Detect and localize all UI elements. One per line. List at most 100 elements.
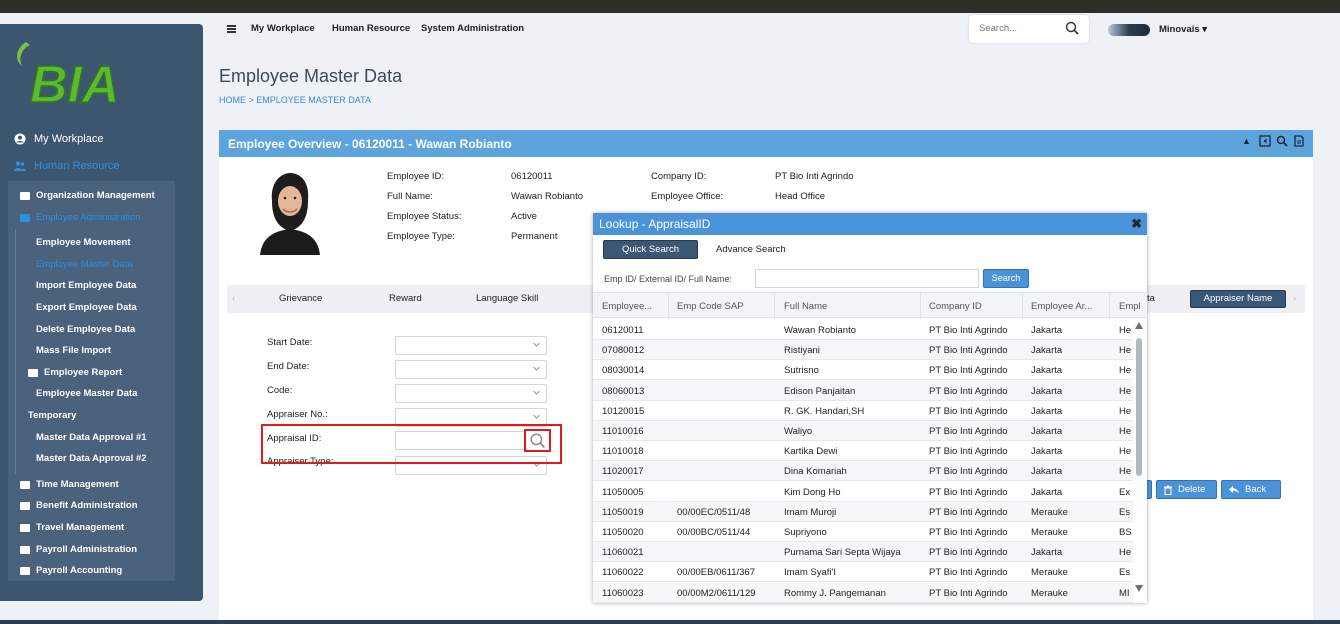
appraisal-id-lookup-button[interactable] (524, 429, 551, 452)
sidebar-item-time-management[interactable]: Time Management (20, 479, 119, 490)
col-employee-area[interactable]: Employee Ar... (1031, 301, 1106, 312)
sidebar-item-label: Master Data Approval #1 (36, 432, 147, 443)
top-strip (0, 0, 1340, 13)
sidebar-item-label: Temporary (28, 410, 77, 421)
table-row[interactable]: 11060021 Purnama Sari Septa Wijaya PT Bio … (593, 542, 1133, 563)
nav-human-resource[interactable]: Human Resource (332, 23, 410, 34)
breadcrumb[interactable]: HOME > EMPLOYEE MASTER DATA (219, 95, 371, 105)
label-company-id: Company ID: (651, 171, 707, 182)
chevron-down-icon (533, 342, 540, 347)
sidebar-item-label: Payroll Administration (36, 544, 137, 555)
card-header: Employee Overview - 06120011 - Wawan Rob… (219, 130, 1313, 157)
tab-advance-search[interactable]: Advance Search (716, 244, 786, 255)
code-select[interactable] (395, 384, 547, 403)
scroll-down-icon[interactable] (1135, 585, 1143, 592)
page-title: Employee Master Data (219, 66, 403, 86)
sidebar-human-resource-label: Human Resource (34, 160, 120, 172)
zoom-icon[interactable] (1276, 135, 1288, 147)
sidebar-item-organization-management[interactable]: Organization Management (20, 190, 155, 201)
sidebar-item-employee-movement[interactable]: Employee Movement (36, 237, 131, 248)
table-cell: 11050005 (602, 486, 644, 498)
sidebar-item-employee-master-data-report[interactable]: Employee Master Data (36, 388, 137, 399)
table-cell: PT Bio Inti Agrindo (929, 486, 1008, 498)
table-cell: 00/00BC/0511/44 (677, 527, 751, 538)
table-row[interactable]: 11050020 00/00BC/0511/44 Supriyono PT Bio I… (593, 522, 1133, 542)
sidebar-item-payroll-accounting[interactable]: Payroll Accounting (20, 565, 122, 576)
tab-reward[interactable]: Reward (389, 293, 422, 304)
col-full-name[interactable]: Full Name (784, 301, 914, 312)
table-cell: R. GK. Handari,SH (784, 405, 865, 417)
table-cell: Sutrisno (784, 365, 819, 377)
table-row[interactable]: 11010016 Waliyo PT Bio Inti Agrindo Jakarta… (593, 421, 1133, 441)
table-row[interactable]: 11050005 Kim Dong Ho PT Bio Inti Agrindo Ja… (593, 482, 1133, 502)
tab-language-skill[interactable]: Language Skill (476, 293, 538, 304)
tabs-prev-icon[interactable]: ‹ (232, 293, 235, 304)
table-row[interactable]: 11010018 Kartika Dewi PT Bio Inti Agrindo J… (593, 441, 1133, 462)
collapse-icon[interactable]: ▲ (1242, 135, 1254, 147)
table-row[interactable]: 08030014 Sutrisno PT Bio Inti Agrindo Jakar… (593, 360, 1133, 381)
tab-quick-search[interactable]: Quick Search (603, 240, 698, 259)
table-row[interactable]: 11060022 00/00EB/0611/367 Imam Syafi'I PT B… (593, 562, 1133, 583)
table-row[interactable]: 11060023 00/00M2/0611/129 Rommy J. Pangema… (593, 582, 1133, 603)
sidebar-item-import-employee-data[interactable]: Import Employee Data (36, 280, 136, 291)
table-row[interactable]: 08060013 Edison Panjaitan PT Bio Inti Agri… (593, 380, 1133, 401)
label-employee-status: Employee Status: (387, 211, 462, 222)
table-cell: Imam Syafi'I (784, 567, 836, 579)
table-cell: Kim Dong Ho (784, 486, 841, 498)
sidebar-item-payroll-administration[interactable]: Payroll Administration (20, 544, 137, 555)
sidebar: BIA My Workplace Human Resource Organiza… (0, 24, 203, 601)
scroll-up-icon[interactable] (1135, 322, 1143, 329)
sidebar-item-label: Time Management (36, 479, 119, 490)
global-search-input[interactable] (979, 23, 1059, 34)
table-cell: 11060022 (602, 567, 644, 579)
search-icon[interactable] (1065, 21, 1079, 35)
col-employee-id[interactable]: Employee... (602, 301, 662, 312)
tab-appraiser-name[interactable]: Appraiser Name (1190, 290, 1286, 308)
tabs-next-icon[interactable]: › (1293, 293, 1296, 304)
bottom-strip (0, 620, 1340, 624)
col-company-id[interactable]: Company ID (929, 301, 1019, 312)
nav-system-administration[interactable]: System Administration (421, 23, 524, 34)
sidebar-item-travel-management[interactable]: Travel Management (20, 522, 124, 533)
table-row[interactable]: 11020017 Dina Komariah PT Bio Inti Agrindo… (593, 461, 1133, 482)
delete-button[interactable]: Delete (1156, 480, 1217, 499)
sidebar-item-benefit-administration[interactable]: Benefit Administration (20, 500, 138, 511)
document-icon[interactable] (1293, 135, 1305, 147)
table-row[interactable]: 11050019 00/00EC/0511/48 Imam Muroji PT Bio… (593, 501, 1133, 522)
table-cell: Jakarta (1031, 426, 1063, 437)
sidebar-item-master-data-approval-1[interactable]: Master Data Approval #1 (36, 432, 147, 443)
avatar[interactable] (1108, 24, 1150, 36)
sidebar-human-resource[interactable]: Human Resource (14, 160, 120, 172)
col-employee-office[interactable]: Emplo (1119, 301, 1141, 312)
col-emp-code-sap[interactable]: Emp Code SAP (677, 301, 777, 312)
back-square-icon[interactable] (1259, 135, 1271, 147)
user-menu[interactable]: Minovais ▾ (1159, 24, 1207, 35)
end-date-select[interactable] (395, 360, 547, 379)
sidebar-item-employee-administration[interactable]: Employee Administration (20, 212, 141, 223)
grid-scrollbar[interactable] (1134, 320, 1144, 600)
lookup-search-input[interactable] (755, 269, 979, 288)
hamburger-icon[interactable] (227, 25, 236, 33)
table-row[interactable]: 10120015 R. GK. Handari,SH PT Bio Inti Agr… (593, 401, 1133, 421)
table-cell: Ristiyani (784, 345, 820, 357)
sidebar-item-employee-master-data[interactable]: Employee Master Data (36, 259, 133, 270)
nav-my-workplace[interactable]: My Workplace (251, 23, 315, 34)
start-date-select[interactable] (395, 336, 547, 355)
sidebar-my-workplace[interactable]: My Workplace (14, 133, 103, 145)
sidebar-item-delete-employee-data[interactable]: Delete Employee Data (36, 324, 135, 335)
sidebar-item-export-employee-data[interactable]: Export Employee Data (36, 302, 137, 313)
tab-partial[interactable]: ta (1147, 293, 1155, 304)
lookup-search-button[interactable]: Search (983, 269, 1029, 288)
scroll-thumb[interactable] (1136, 338, 1142, 476)
table-row[interactable]: 07080012 Ristiyani PT Bio Inti Agrindo Jaka… (593, 340, 1133, 361)
tab-grievance[interactable]: Grievance (279, 293, 322, 304)
close-icon[interactable]: ✖ (1131, 216, 1142, 232)
table-cell: 11010018 (602, 446, 644, 458)
sidebar-item-mass-file-import[interactable]: Mass File Import (36, 345, 111, 356)
back-button[interactable]: Back (1221, 480, 1281, 499)
table-cell: PT Bio Inti Agrindo (929, 405, 1008, 417)
sidebar-item-temporary[interactable]: Temporary (28, 410, 76, 421)
sidebar-item-employee-report[interactable]: Employee Report (28, 367, 122, 378)
sidebar-item-master-data-approval-2[interactable]: Master Data Approval #2 (36, 453, 147, 464)
table-row[interactable]: 06120011 Wawan Robianto PT Bio Inti Agrind… (593, 320, 1133, 340)
